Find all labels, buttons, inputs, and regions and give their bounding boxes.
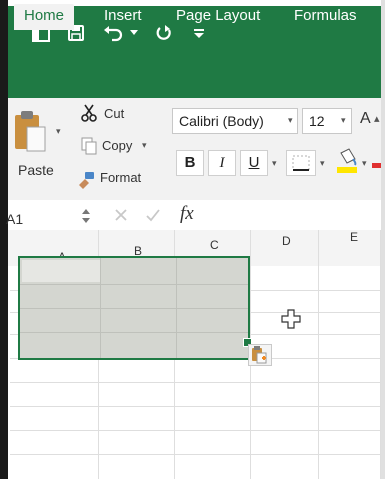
italic-button[interactable]: I: [208, 150, 236, 176]
paste-icon[interactable]: [12, 108, 48, 154]
selection-row-line: [20, 332, 248, 333]
borders-icon[interactable]: [286, 150, 316, 176]
paste-options-button[interactable]: [248, 344, 272, 366]
row-divider: [10, 454, 385, 455]
column-header-e[interactable]: E: [350, 230, 358, 244]
scissors-icon: [80, 104, 98, 122]
selection-column-line: [100, 258, 101, 358]
row-divider: [10, 430, 385, 431]
selection-column-line: [176, 258, 177, 358]
formula-bar: [8, 200, 385, 231]
selected-range[interactable]: [18, 256, 250, 360]
tab-formulas[interactable]: Formulas: [284, 4, 367, 30]
fill-color-icon[interactable]: [334, 146, 360, 176]
screen-edge: [381, 0, 385, 479]
selection-row-line: [20, 284, 248, 285]
font-name-select[interactable]: Calibri (Body): [172, 108, 298, 134]
screen-bezel: [0, 0, 8, 479]
column-header-d[interactable]: D: [282, 234, 291, 248]
paste-button[interactable]: Paste: [18, 162, 54, 178]
font-name-dropdown-icon[interactable]: ▾: [288, 115, 293, 126]
paste-dropdown-icon[interactable]: ▾: [56, 126, 61, 137]
underline-dropdown-icon[interactable]: ▾: [272, 158, 277, 169]
borders-dropdown-icon[interactable]: ▾: [320, 158, 325, 169]
grow-font-caret-icon: ▴: [374, 113, 380, 125]
fill-color-dropdown-icon[interactable]: ▾: [362, 158, 367, 169]
cell-select-cursor-icon: [280, 308, 302, 330]
underline-button[interactable]: U: [240, 150, 268, 176]
format-painter-icon: [76, 170, 96, 190]
ribbon-tabs: [8, 68, 385, 98]
insert-function-button[interactable]: fx: [180, 203, 194, 225]
tab-insert[interactable]: Insert: [94, 4, 152, 30]
bold-button[interactable]: B: [176, 150, 204, 176]
tab-page-layout[interactable]: Page Layout: [166, 4, 270, 30]
column-header-c[interactable]: C: [210, 238, 219, 252]
paste-options-icon: [252, 346, 267, 364]
selection-row-line: [20, 308, 248, 309]
font-size-dropdown-icon[interactable]: ▾: [341, 115, 346, 126]
row-divider: [10, 382, 385, 383]
copy-button[interactable]: Copy: [102, 138, 132, 153]
active-cell-a1[interactable]: [22, 260, 100, 282]
copy-dropdown-icon[interactable]: ▾: [142, 140, 147, 151]
column-divider: [318, 230, 319, 479]
tab-home[interactable]: Home: [14, 4, 75, 30]
row-divider: [10, 406, 385, 407]
grow-font-button[interactable]: A: [360, 110, 371, 128]
cut-button[interactable]: Cut: [104, 106, 124, 121]
copy-icon: [80, 136, 98, 156]
cancel-formula-icon[interactable]: [112, 205, 130, 225]
name-box-stepper-icon[interactable]: [80, 204, 92, 228]
enter-formula-icon[interactable]: [144, 205, 162, 225]
name-box[interactable]: A1: [6, 211, 23, 227]
format-painter-button[interactable]: Format: [100, 170, 141, 185]
